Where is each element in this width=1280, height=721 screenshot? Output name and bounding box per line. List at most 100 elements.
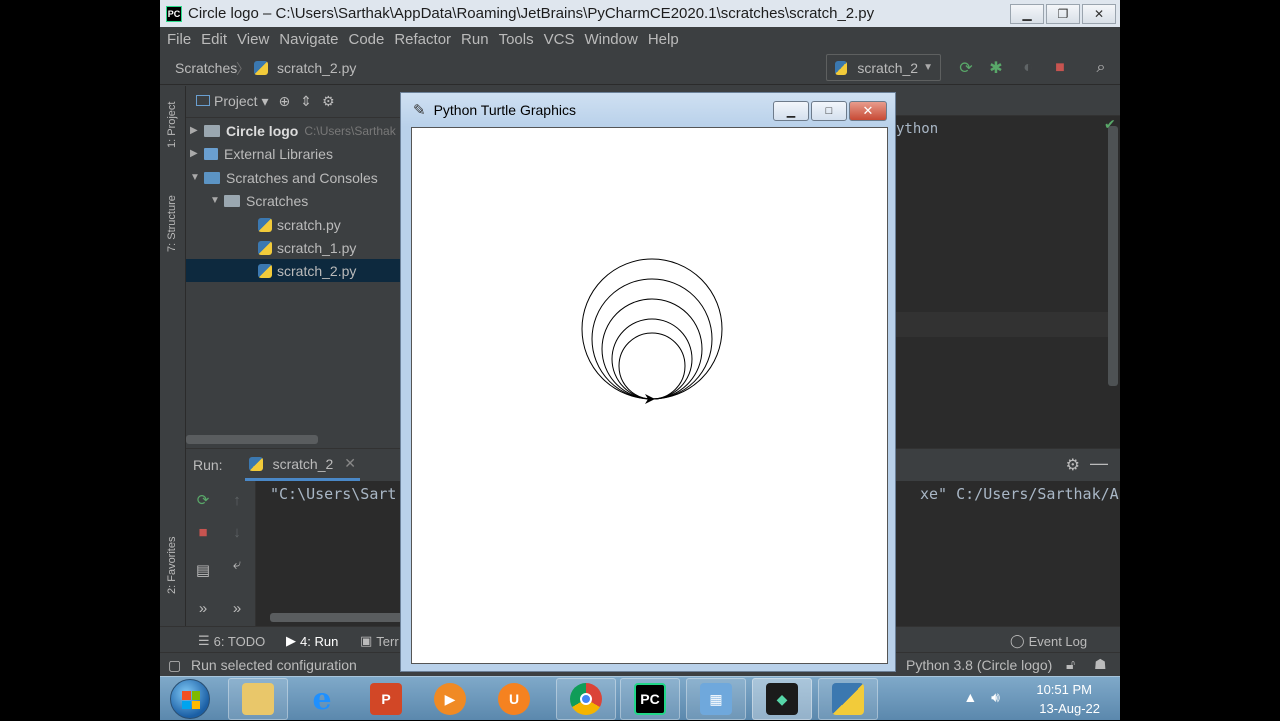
tree-item-scratch-1[interactable]: scratch_1.py bbox=[186, 236, 400, 259]
menu-help[interactable]: Help bbox=[648, 31, 679, 48]
taskbar-explorer[interactable] bbox=[228, 678, 288, 720]
project-view-label: Project bbox=[214, 93, 258, 109]
python-icon bbox=[832, 683, 864, 715]
volume-icon[interactable]: 🔊︎ bbox=[991, 689, 1000, 706]
restore-button[interactable]: ❐ bbox=[1046, 3, 1080, 24]
taskbar-internet-explorer[interactable]: e bbox=[292, 678, 352, 720]
menu-tools[interactable]: Tools bbox=[499, 31, 534, 48]
minimize-button[interactable]: ▁ bbox=[1010, 3, 1044, 24]
code-text[interactable]: ython bbox=[896, 121, 938, 137]
show-hidden-icons-icon[interactable]: ▲ bbox=[963, 689, 977, 706]
tree-item-circle-logo[interactable]: ▶ Circle logo C:\Users\Sarthak bbox=[186, 119, 400, 142]
menu-window[interactable]: Window bbox=[584, 31, 637, 48]
tree-item-label: Scratches bbox=[246, 192, 309, 209]
more-icon[interactable]: » bbox=[228, 599, 246, 617]
run-tab-scratch-2[interactable]: scratch_2 ✕ bbox=[244, 449, 361, 481]
collapse-arrow-icon[interactable]: ▼ bbox=[190, 172, 204, 183]
close-tab-icon[interactable]: ✕ bbox=[344, 455, 356, 472]
taskbar-filmora[interactable]: ◆ bbox=[752, 678, 812, 720]
menu-code[interactable]: Code bbox=[348, 31, 384, 48]
media-player-icon: ▶ bbox=[434, 683, 466, 715]
hide-panel-icon[interactable]: — bbox=[1090, 453, 1108, 474]
run-configuration-select[interactable]: scratch_2 ▼ bbox=[826, 54, 941, 81]
up-arrow-icon[interactable]: ↑ bbox=[228, 491, 246, 509]
taskbar-uc-browser[interactable]: U bbox=[484, 678, 544, 720]
menu-edit[interactable]: Edit bbox=[201, 31, 227, 48]
start-button[interactable] bbox=[170, 679, 210, 719]
menu-refactor[interactable]: Refactor bbox=[394, 31, 451, 48]
run-tab-label: scratch_2 bbox=[272, 455, 334, 472]
taskbar-powerpoint[interactable]: P bbox=[356, 678, 416, 720]
taskbar-python[interactable] bbox=[818, 678, 878, 720]
tree-item-scratches[interactable]: ▼ Scratches bbox=[186, 189, 400, 212]
pycharm-app-icon: PC bbox=[166, 5, 182, 22]
stop-icon[interactable]: ■ bbox=[1050, 58, 1070, 78]
run-tool-tab[interactable]: ▶ 4: Run bbox=[286, 633, 338, 649]
search-icon[interactable]: ⌕ bbox=[1091, 58, 1111, 78]
menu-view[interactable]: View bbox=[237, 31, 269, 48]
concentric-circles bbox=[581, 258, 723, 400]
collapse-all-icon[interactable]: ⇕ bbox=[300, 93, 312, 110]
structure-tool-tab[interactable]: 7: Structure bbox=[166, 195, 178, 252]
locate-icon[interactable]: ⊕ bbox=[279, 93, 291, 110]
rerun-icon[interactable]: ⟳ bbox=[956, 58, 976, 78]
pycharm-icon: PC bbox=[634, 683, 666, 715]
python-file-icon bbox=[258, 263, 272, 278]
taskbar-pycharm[interactable]: PC bbox=[620, 678, 680, 720]
coverage-icon[interactable]: ◐ bbox=[1018, 58, 1038, 78]
inspector-icon[interactable]: ☗ bbox=[1094, 656, 1107, 673]
breadcrumb-scratches[interactable]: Scratches bbox=[175, 60, 237, 76]
turtle-window-title: Python Turtle Graphics bbox=[433, 102, 576, 118]
down-arrow-icon[interactable]: ↓ bbox=[228, 523, 246, 541]
event-log-icon: ◯ bbox=[1010, 633, 1025, 648]
python-file-icon bbox=[258, 240, 272, 255]
expand-arrow-icon[interactable]: ▶ bbox=[190, 148, 204, 159]
tree-item-external-libraries[interactable]: ▶ External Libraries bbox=[186, 142, 400, 165]
debug-bug-icon[interactable]: ✱ bbox=[986, 58, 1006, 78]
todo-tool-tab[interactable]: ☰ 6: TODO bbox=[198, 633, 265, 649]
menu-file[interactable]: File bbox=[167, 31, 191, 48]
project-view-select[interactable]: Project ▾ bbox=[196, 93, 269, 110]
more-icon[interactable]: » bbox=[194, 599, 212, 617]
rerun-icon[interactable]: ⟳ bbox=[194, 491, 212, 509]
close-button[interactable]: ✕ bbox=[1082, 3, 1116, 24]
status-toggle-icon[interactable]: ▢ bbox=[168, 657, 181, 674]
menu-vcs[interactable]: VCS bbox=[544, 31, 575, 48]
breadcrumb-separator-icon: 〉 bbox=[236, 61, 250, 77]
breadcrumb-file[interactable]: scratch_2.py bbox=[254, 60, 356, 76]
favorites-tool-tab[interactable]: 2: Favorites bbox=[166, 537, 178, 594]
turtle-minimize-button[interactable]: ▁ bbox=[773, 101, 809, 121]
settings-gear-icon[interactable]: ⚙ bbox=[322, 93, 335, 110]
stop-icon[interactable]: ■ bbox=[194, 523, 212, 541]
event-log-tab[interactable]: ◯ Event Log bbox=[1010, 633, 1087, 649]
python-interpreter[interactable]: Python 3.8 (Circle logo) bbox=[906, 657, 1052, 673]
breadcrumb-file-label: scratch_2.py bbox=[277, 60, 357, 76]
tree-item-scratch[interactable]: scratch.py bbox=[186, 213, 400, 236]
turtle-canvas[interactable] bbox=[411, 127, 888, 664]
project-tool-tab[interactable]: 1: Project bbox=[166, 102, 178, 148]
event-log-label: Event Log bbox=[1028, 633, 1088, 649]
expand-arrow-icon[interactable]: ▶ bbox=[190, 125, 204, 136]
lock-icon[interactable]: 🔓︎ bbox=[1066, 656, 1075, 673]
taskbar-control-panel[interactable]: ▦ bbox=[686, 678, 746, 720]
menu-navigate[interactable]: Navigate bbox=[279, 31, 338, 48]
console-output-left[interactable]: "C:\Users\Sart bbox=[270, 485, 396, 503]
run-settings-gear-icon[interactable]: ⚙ bbox=[1066, 455, 1080, 475]
project-horizontal-scrollbar[interactable] bbox=[186, 435, 318, 444]
tree-item-scratches-consoles[interactable]: ▼ Scratches and Consoles bbox=[186, 166, 400, 189]
soft-wrap-icon[interactable]: ⤶ bbox=[228, 555, 246, 573]
collapse-arrow-icon[interactable]: ▼ bbox=[210, 195, 224, 206]
uc-browser-icon: U bbox=[498, 683, 530, 715]
turtle-maximize-button[interactable]: □ bbox=[811, 101, 847, 121]
menu-run[interactable]: Run bbox=[461, 31, 489, 48]
taskbar-media-player[interactable]: ▶ bbox=[420, 678, 480, 720]
layout-icon[interactable]: ▤ bbox=[194, 561, 212, 579]
taskbar-chrome[interactable] bbox=[556, 678, 616, 720]
console-horizontal-scrollbar[interactable] bbox=[270, 613, 410, 622]
editor-vertical-scrollbar[interactable] bbox=[1108, 126, 1118, 386]
terminal-tool-tab[interactable]: ▣ Terr bbox=[360, 633, 399, 649]
console-output-right[interactable]: xe" C:/Users/Sarthak/App bbox=[920, 485, 1120, 503]
tree-item-scratch-2[interactable]: scratch_2.py bbox=[186, 259, 400, 282]
list-icon: ☰ bbox=[198, 633, 210, 648]
turtle-close-button[interactable]: ✕ bbox=[849, 101, 887, 121]
